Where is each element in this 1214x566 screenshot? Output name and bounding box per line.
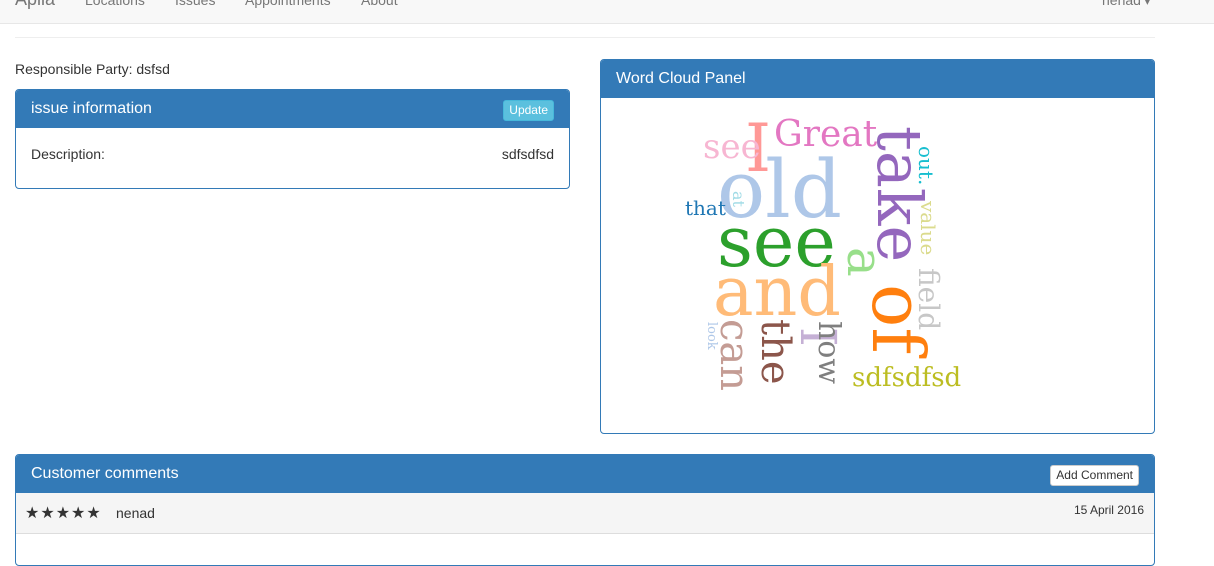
update-button[interactable]: Update — [503, 100, 554, 121]
nav-link-appointments[interactable]: Appointments — [245, 0, 331, 10]
responsible-party: Responsible Party: dsfsd — [15, 61, 170, 77]
divider — [15, 37, 1155, 38]
word-out: out. — [914, 146, 938, 185]
nav-link-about[interactable]: About — [361, 0, 398, 10]
word-value: value — [916, 200, 940, 255]
brand-logo[interactable]: Aplia — [15, 0, 55, 11]
user-menu[interactable]: nenad ▾ — [1102, 0, 1150, 13]
comments-panel-title: Customer comments — [31, 465, 179, 482]
comment-user: nenad — [116, 505, 155, 521]
nav-link-issues[interactable]: Issues — [175, 0, 215, 10]
customer-comments-panel: Customer comments Add Comment ★★★★★ nena… — [15, 454, 1155, 566]
word-of: of — [856, 284, 940, 358]
word-a: a — [836, 247, 894, 277]
description-value: sdfsdfsd — [501, 146, 554, 162]
word-cloud-panel: Word Cloud Panel I Great see old take ou… — [600, 59, 1155, 434]
word-cloud-title: Word Cloud Panel — [616, 70, 746, 87]
word-can: can — [711, 319, 757, 391]
issue-panel-header: issue information Update — [16, 90, 569, 128]
issue-info-panel: issue information Update Description: sd… — [15, 89, 570, 189]
navbar: Aplia Locations Issues Appointments Abou… — [0, 0, 1214, 24]
comment-row: ★★★★★ nenad 15 April 2016 — [16, 493, 1154, 534]
user-menu-label: nenad — [1102, 0, 1141, 8]
word-cloud: I Great see old take out. that at see va… — [685, 110, 961, 393]
comments-panel-header: Customer comments Add Comment — [16, 455, 1154, 493]
nav-link-locations[interactable]: Locations — [85, 0, 145, 10]
add-comment-button[interactable]: Add Comment — [1050, 465, 1139, 486]
word-sdfsdfsd: sdfsdfsd — [852, 363, 961, 393]
word-cloud-header: Word Cloud Panel — [601, 60, 1154, 98]
description-label: Description: — [31, 146, 105, 162]
star-rating-icon: ★★★★★ — [25, 505, 102, 522]
word-the: the — [752, 319, 798, 385]
comment-date: 15 April 2016 — [1073, 503, 1144, 517]
caret-down-icon: ▾ — [1144, 0, 1150, 8]
issue-panel-title: issue information — [31, 100, 152, 117]
word-how: how — [811, 321, 846, 384]
